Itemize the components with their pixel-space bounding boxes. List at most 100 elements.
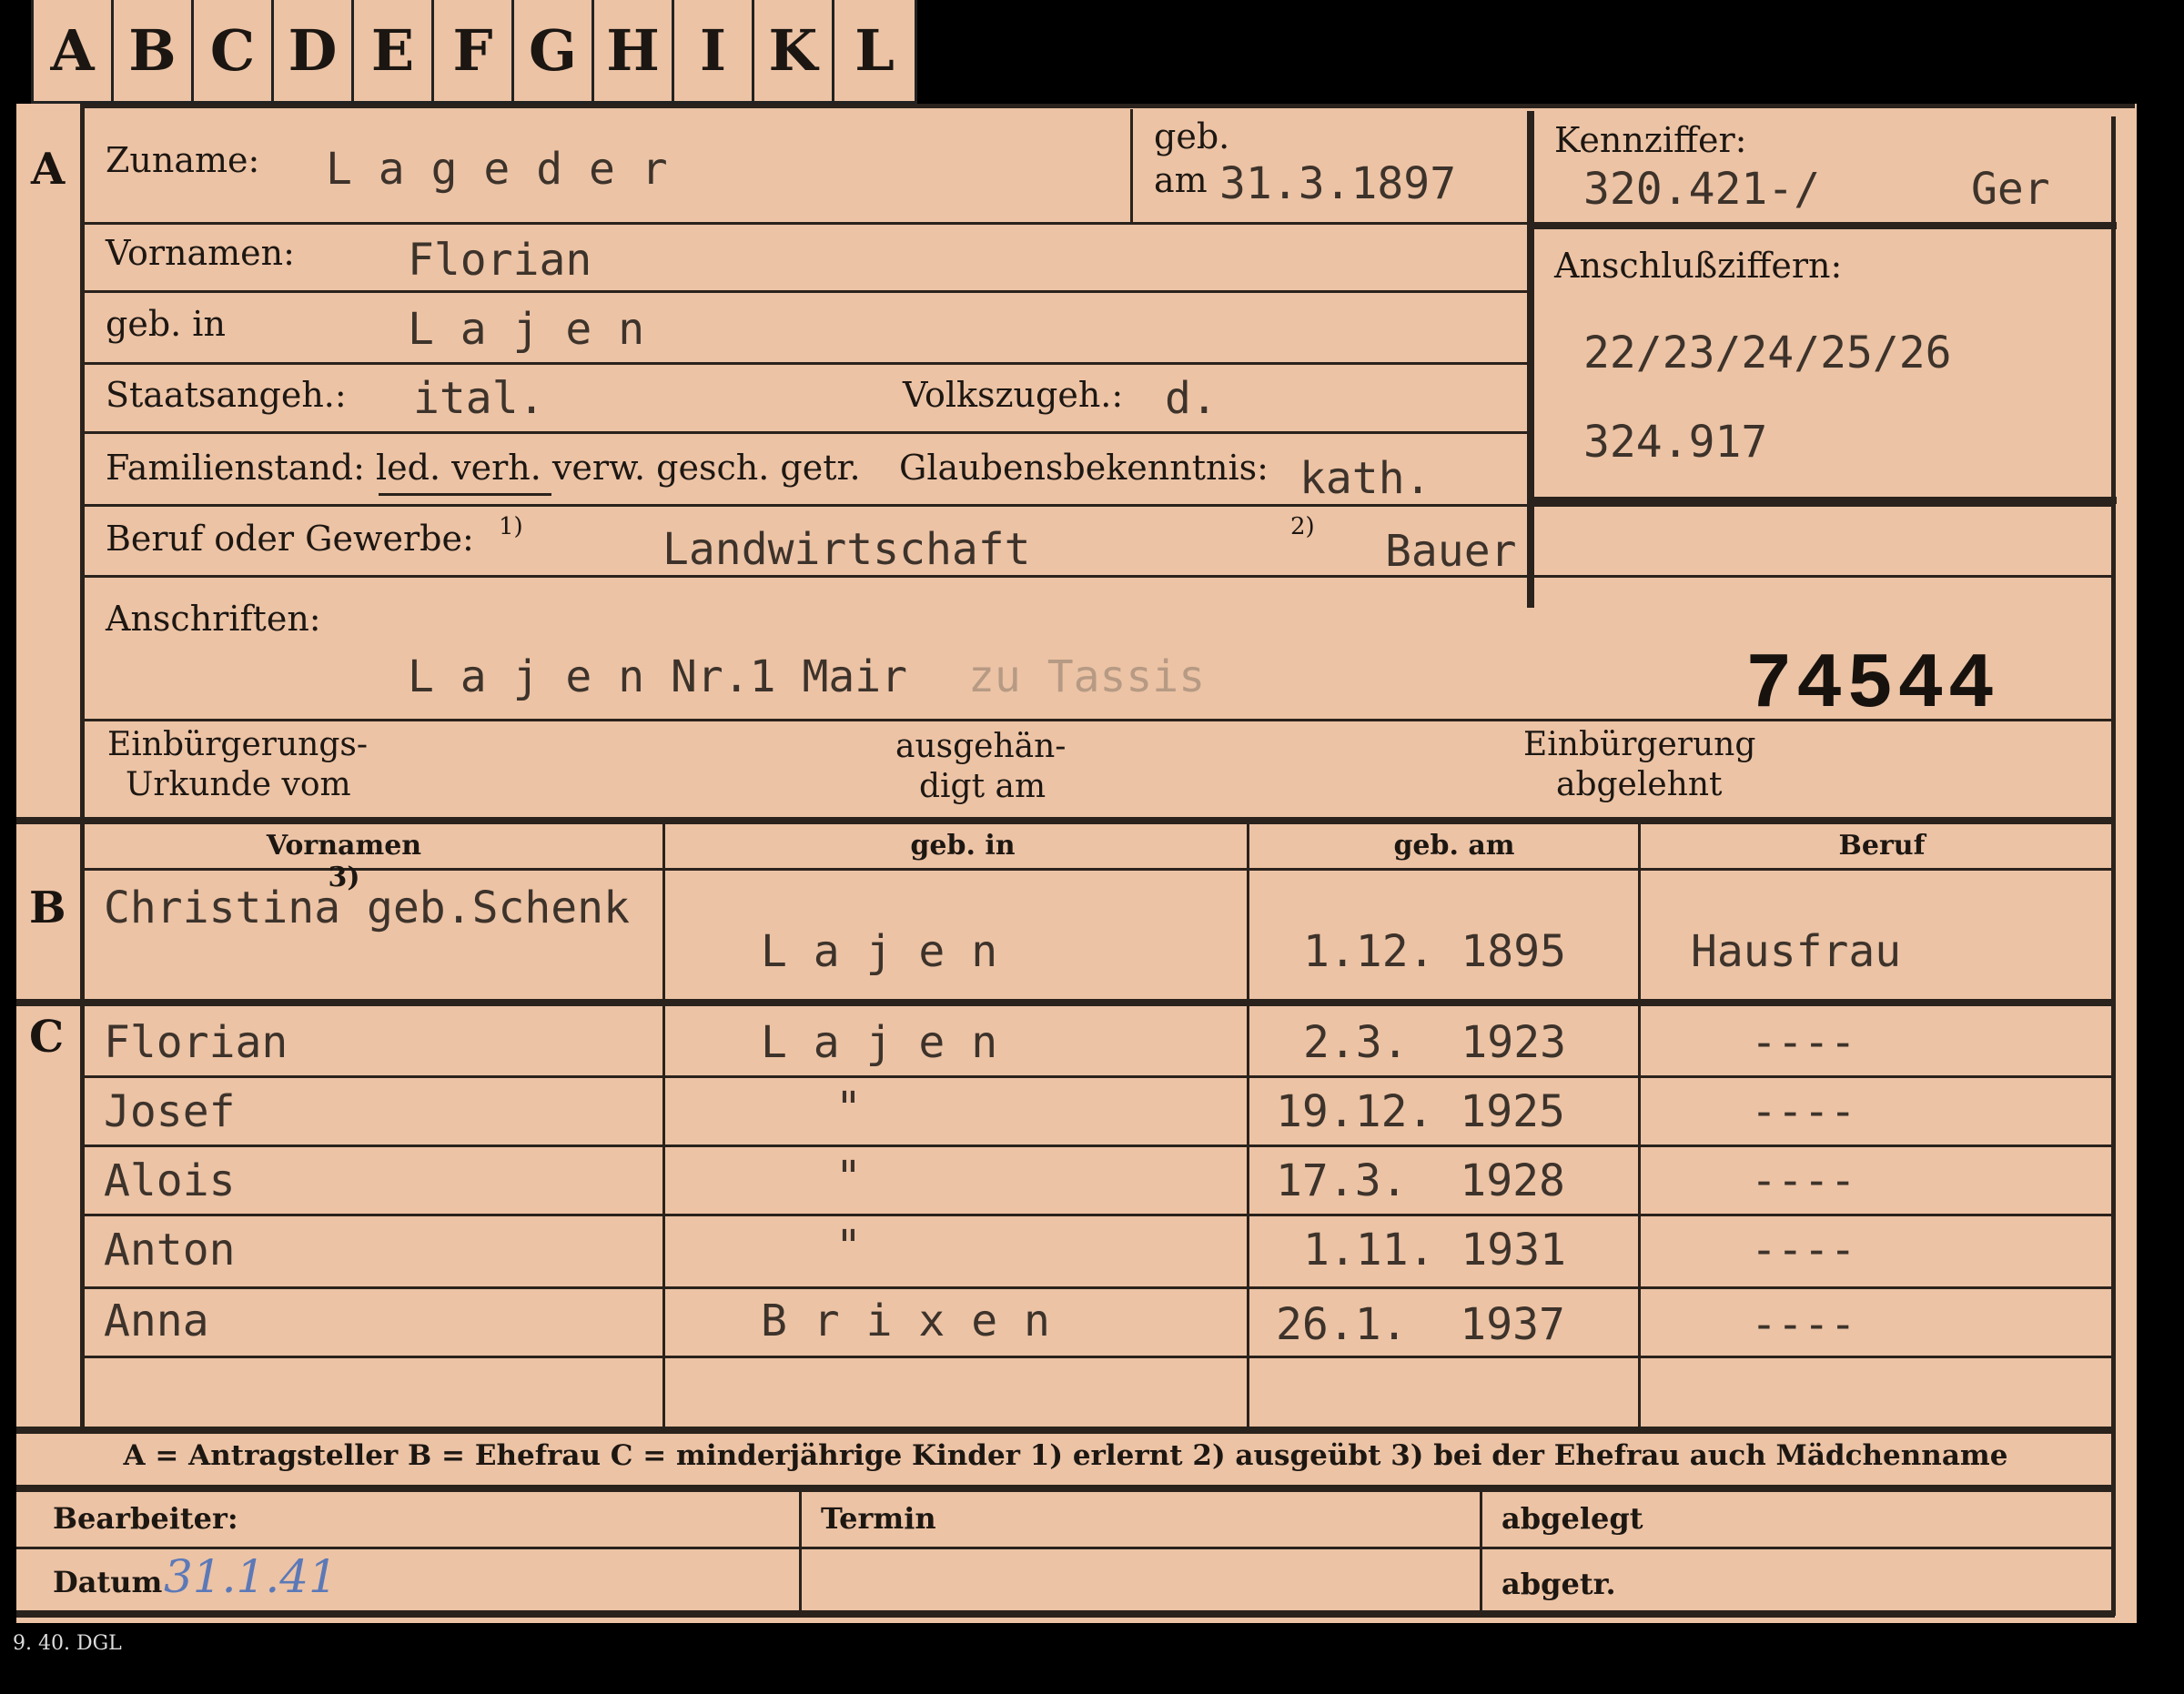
glauben-value: kath. (1299, 453, 1431, 504)
letter-tab-i[interactable]: I (674, 0, 754, 101)
zuname-label: Zuname: (106, 140, 260, 180)
familienstand-label: Familienstand: led. verh. verw. gesch. g… (106, 448, 861, 488)
rule (85, 1144, 2114, 1147)
section-c-marker: C (29, 1012, 65, 1063)
abgelegt-label: abgelegt (1502, 1501, 1643, 1536)
anschriften-value: L a j e n Nr.1 Mair (408, 651, 908, 702)
rule (16, 999, 2115, 1006)
ausgehaend-2: digt am (919, 768, 1046, 805)
rule (85, 575, 2114, 578)
letter-tab-c[interactable]: C (194, 0, 274, 101)
geb-am-label: am (1154, 160, 1208, 200)
letter-tab-l[interactable]: L (834, 0, 915, 101)
geb-am-value: 31.3.1897 (1219, 158, 1457, 209)
child-name: Anna (104, 1296, 209, 1346)
child-birthdate: 1.11. 1931 (1303, 1225, 1566, 1276)
child-name: Anton (104, 1225, 236, 1276)
rule (85, 222, 1527, 225)
bearbeiter-label: Bearbeiter: (53, 1501, 238, 1536)
child-name: Florian (104, 1017, 288, 1068)
rule (1247, 822, 1249, 1428)
rule (82, 104, 2135, 108)
col-header-geb-am: geb. am (1393, 830, 1515, 862)
letter-tab-d[interactable]: D (274, 0, 354, 101)
geb-in-label: geb. in (106, 304, 226, 344)
child-occupation: ---- (1751, 1086, 1856, 1137)
letter-tab-h[interactable]: H (594, 0, 674, 101)
beruf-label: Beruf oder Gewerbe: (106, 519, 474, 559)
glauben-label: Glaubensbekenntnis: (899, 448, 1269, 488)
section-b-marker: B (29, 882, 66, 933)
kennziffer-suffix: Ger (1971, 164, 2050, 215)
child-birthdate: 17.3. 1928 (1276, 1155, 1565, 1206)
kennziffer-label: Kennziffer: (1554, 120, 1747, 160)
rule (85, 1356, 2114, 1358)
child-occupation: ---- (1751, 1225, 1856, 1276)
vornamen-label: Vornamen: (106, 233, 295, 273)
child-birthdate: 2.3. 1923 (1303, 1017, 1566, 1068)
rule (799, 1490, 802, 1612)
stamp-number: 74544 (1745, 640, 1999, 730)
staats-value: ital. (413, 373, 545, 424)
ausgehaend-1: ausgehän- (895, 728, 1067, 765)
volks-label: Volkszugeh.: (903, 375, 1124, 415)
spouse-birthdate: 1.12. 1895 (1303, 926, 1566, 977)
child-birthplace: B r i x e n (761, 1296, 1050, 1346)
rule (1130, 109, 1133, 222)
anschluss-value-2: 324.917 (1583, 417, 1768, 468)
geb-in-value: L a j e n (408, 304, 645, 355)
anschluss-label: Anschlußziffern: (1554, 246, 1843, 286)
einb-abgelehnt-2: abgelehnt (1556, 766, 1723, 803)
section-a-marker: A (31, 144, 66, 195)
beruf-value-1: Landwirtschaft (662, 524, 1031, 575)
kennziffer-value: 320.421-/ (1583, 164, 1821, 215)
volks-value: d. (1165, 373, 1218, 424)
print-code: 9. 40. DGL (13, 1632, 122, 1655)
letter-tab-e[interactable]: E (354, 0, 434, 101)
anschriften-faded: zu Tassis (968, 651, 1206, 702)
child-birthplace: " (835, 1152, 862, 1203)
letter-tab-a[interactable]: A (34, 0, 114, 101)
child-occupation: ---- (1751, 1155, 1856, 1206)
rule (80, 104, 85, 1434)
beruf-note-1: 1) (499, 513, 523, 540)
child-occupation: ---- (1751, 1299, 1856, 1350)
rule (662, 822, 665, 1428)
rule (1480, 1490, 1482, 1612)
child-birthdate: 26.1. 1937 (1276, 1299, 1565, 1350)
datum-label: Datum (53, 1565, 163, 1599)
col-header-beruf: Beruf (1838, 830, 1926, 862)
child-birthplace: " (835, 1083, 862, 1134)
child-name: Josef (104, 1086, 236, 1137)
zuname-value: L a g e d e r (326, 144, 668, 195)
letter-tabs: ABCDEFGHIKL (31, 0, 917, 104)
datum-value: 31.1.41 (164, 1550, 338, 1603)
rule (16, 1485, 2115, 1492)
child-birthdate: 19.12. 1925 (1276, 1086, 1565, 1137)
spouse-birthplace: L a j e n (761, 926, 998, 977)
child-birthplace: L a j e n (761, 1017, 998, 1068)
rule (16, 1610, 2115, 1618)
rule (1527, 497, 2117, 504)
vornamen-value: Florian (408, 235, 592, 286)
einb-urkunde-2: Urkunde vom (126, 766, 351, 803)
rule (1638, 822, 1641, 1428)
registration-card: A Zuname: L a g e d e r geb. am 31.3.189… (16, 104, 2137, 1623)
rule (85, 1075, 2114, 1078)
abgetr-label: abgetr. (1502, 1567, 1616, 1601)
rule (16, 1547, 2115, 1549)
staats-label: Staatsangeh.: (106, 375, 347, 415)
letter-tab-g[interactable]: G (514, 0, 594, 101)
letter-tab-f[interactable]: F (434, 0, 514, 101)
rule (85, 1214, 2114, 1216)
legend: A = Antragsteller B = Ehefrau C = minder… (123, 1439, 2008, 1472)
letter-tab-k[interactable]: K (754, 0, 834, 101)
anschriften-label: Anschriften: (106, 599, 321, 639)
rule (85, 362, 1527, 365)
letter-tab-b[interactable]: B (114, 0, 194, 101)
rule (85, 431, 1527, 434)
beruf-value-2: Bauer (1385, 526, 1517, 577)
child-occupation: ---- (1751, 1017, 1856, 1068)
verh-underline (379, 493, 551, 496)
rule (16, 1427, 2115, 1434)
